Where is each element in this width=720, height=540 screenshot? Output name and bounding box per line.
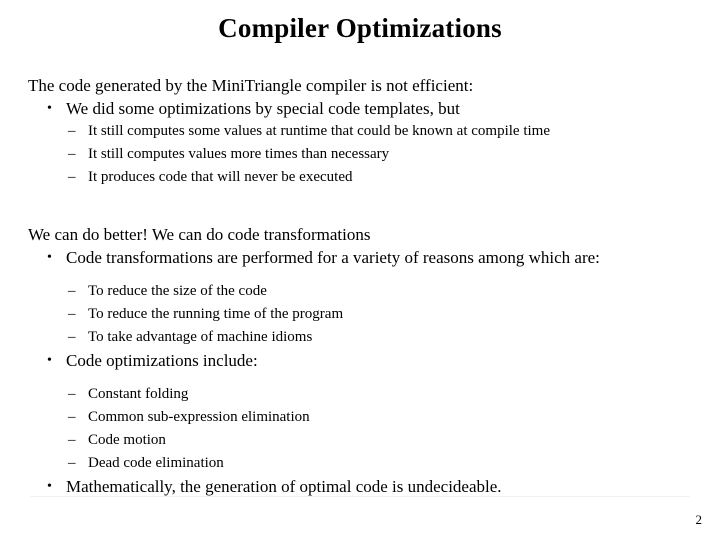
list-item: – Common sub-expression elimination (28, 406, 698, 429)
list-item-label: To take advantage of machine idioms (88, 329, 313, 345)
dash-icon: – (68, 455, 76, 471)
dash-icon: – (68, 169, 76, 185)
dash-icon: – (68, 386, 76, 402)
section-4-bullet-label: Mathematically, the generation of optima… (66, 477, 502, 496)
list-item-label: Dead code elimination (88, 455, 224, 471)
page-number: 2 (695, 512, 703, 527)
list-item: – To take advantage of machine idioms (28, 326, 698, 349)
section-2-bullet: • Code transformations are performed for… (28, 246, 698, 269)
list-item: – It still computes some values at runti… (28, 120, 698, 143)
list-item-label: Constant folding (88, 386, 189, 402)
dash-icon: – (68, 432, 76, 448)
section-3-bullet-label: Code optimizations include: (66, 351, 258, 370)
list-item-label: To reduce the size of the code (88, 283, 267, 299)
bullet-icon: • (47, 479, 52, 494)
dash-icon: – (68, 283, 76, 299)
list-item-label: It still computes values more times than… (88, 146, 390, 162)
dash-icon: – (68, 123, 76, 139)
list-item: – It produces code that will never be ex… (28, 166, 698, 189)
page-title: Compiler Optimizations (218, 13, 502, 43)
list-item-label: Common sub-expression elimination (88, 409, 310, 425)
section-2-intro: We can do better! We can do code transfo… (28, 225, 371, 244)
dash-icon: – (68, 306, 76, 322)
list-item: – Dead code elimination (28, 452, 698, 475)
dash-icon: – (68, 409, 76, 425)
footer-divider (30, 496, 690, 497)
section-1-bullet-label: We did some optimizations by special cod… (66, 99, 460, 118)
list-item: – To reduce the size of the code (28, 280, 698, 303)
dash-icon: – (68, 329, 76, 345)
section-1-bullet: • We did some optimizations by special c… (28, 97, 698, 120)
bullet-icon: • (47, 101, 52, 116)
dash-icon: – (68, 146, 76, 162)
list-item-label: To reduce the running time of the progra… (88, 306, 344, 322)
list-item-label: It produces code that will never be exec… (88, 169, 353, 185)
section-2-bullet-label: Code transformations are performed for a… (66, 248, 600, 267)
list-item-label: It still computes some values at runtime… (88, 123, 550, 139)
list-item: – To reduce the running time of the prog… (28, 303, 698, 326)
bullet-icon: • (47, 353, 52, 368)
list-item: – Constant folding (28, 383, 698, 406)
section-3-bullet: • Code optimizations include: (28, 349, 698, 372)
bullet-icon: • (47, 250, 52, 265)
list-item-label: Code motion (88, 432, 166, 448)
section-1-intro: The code generated by the MiniTriangle c… (28, 76, 474, 95)
section-4-bullet: • Mathematically, the generation of opti… (28, 475, 698, 498)
list-item: – It still computes values more times th… (28, 143, 698, 166)
slide-body: The code generated by the MiniTriangle c… (28, 74, 698, 498)
list-item: – Code motion (28, 429, 698, 452)
slide: Compiler Optimizations The code generate… (0, 0, 720, 540)
